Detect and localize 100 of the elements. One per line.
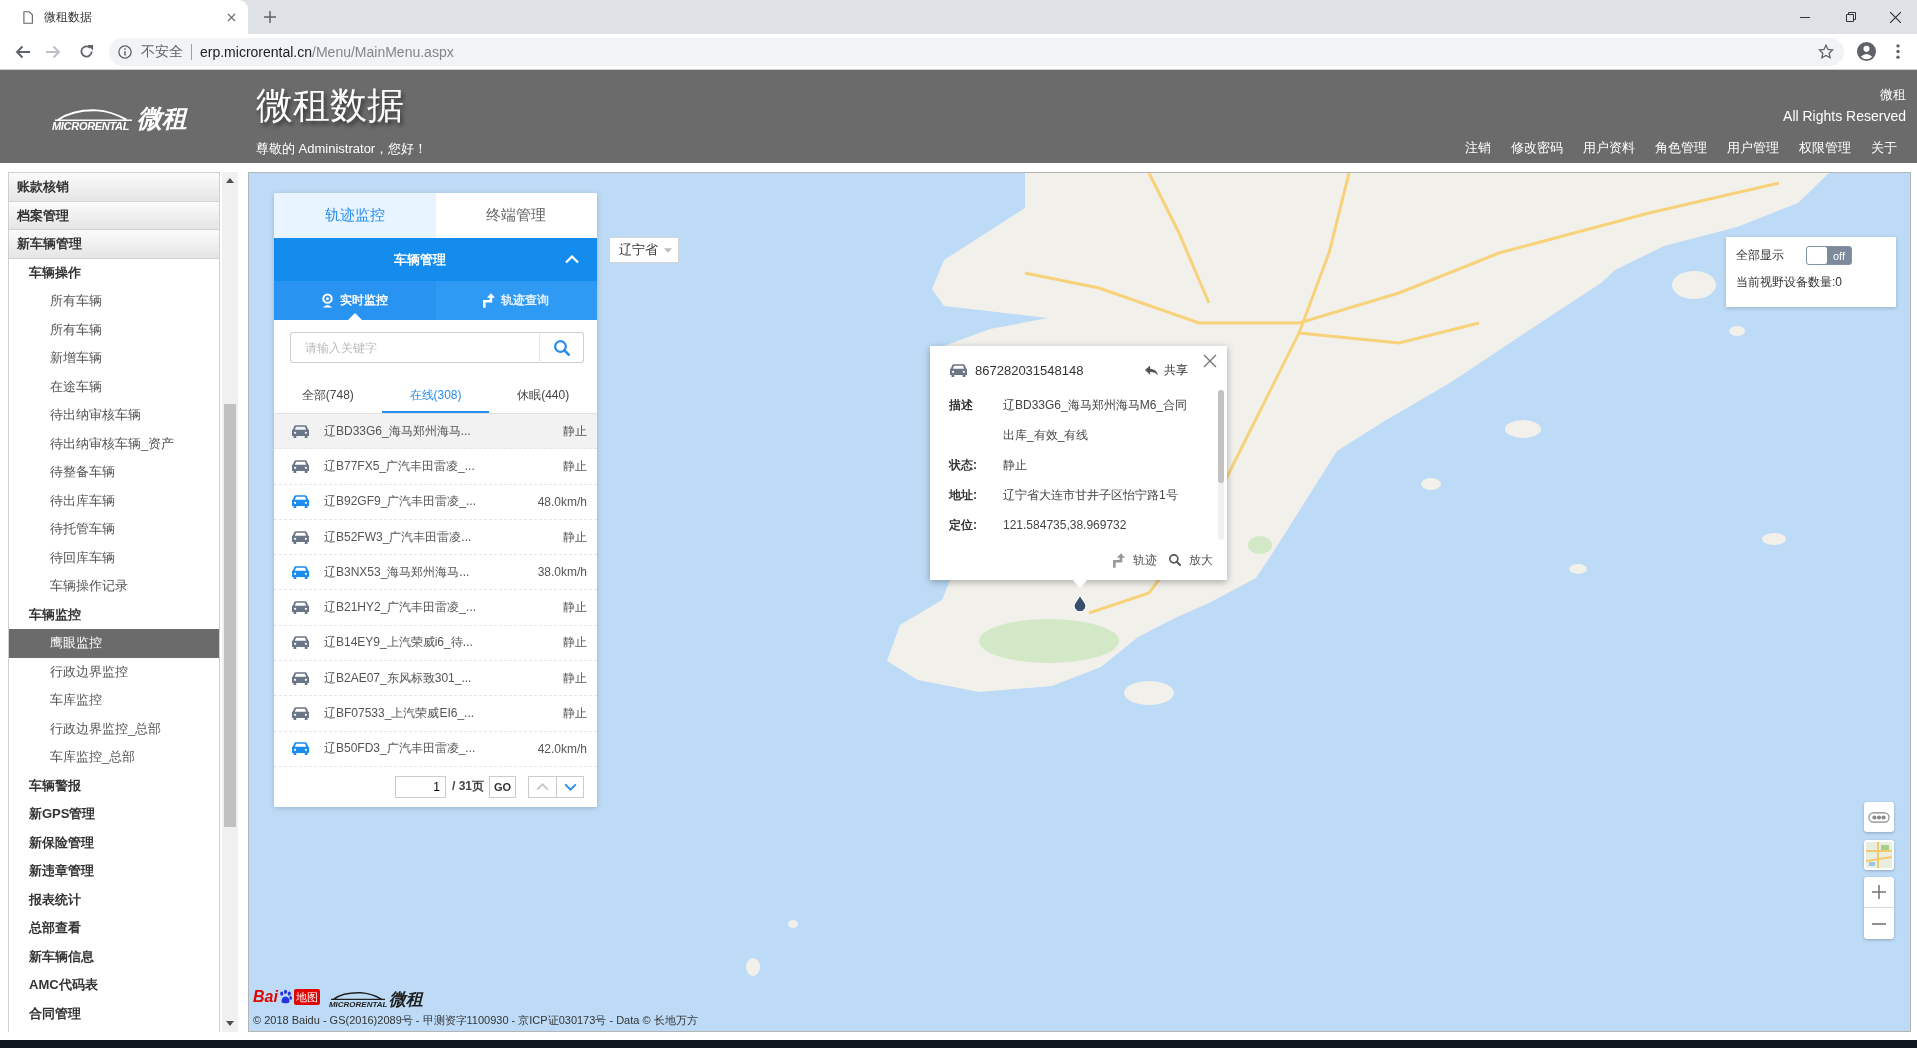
sidebar-item[interactable]: 行政边界监控_总部: [9, 714, 220, 743]
sidebar-group[interactable]: 报表统计: [9, 885, 220, 914]
vehicle-name: 辽B50FD3_广汽丰田雷凌_...: [324, 740, 476, 758]
selection-notch-icon: [347, 313, 362, 320]
sidebar-group[interactable]: 新GPS管理: [9, 800, 220, 829]
browser-tab[interactable]: 微租数据: [0, 0, 248, 34]
track-button[interactable]: 轨迹: [1113, 550, 1157, 570]
vehicle-status: 42.0km/h: [537, 741, 587, 756]
panel-tab[interactable]: 终端管理: [435, 193, 597, 238]
field-label: 地址:: [949, 487, 978, 504]
sidebar-group[interactable]: 车辆监控: [9, 600, 220, 629]
island: [1569, 564, 1587, 574]
share-button[interactable]: 共享: [1145, 361, 1188, 379]
page-input[interactable]: 1: [395, 775, 446, 798]
go-button[interactable]: GO: [489, 775, 516, 798]
star-icon[interactable]: [1818, 44, 1834, 59]
sidebar-group[interactable]: AMC代码表: [9, 971, 220, 1000]
field-value: 辽BD33G6_海马郑州海马M6_合同出库_有效_有线: [1003, 397, 1189, 444]
sidebar-group[interactable]: 新保险管理: [9, 828, 220, 857]
vehicle-list-item[interactable]: 辽B52FW3_广汽丰田雷凌... 静止: [274, 519, 597, 556]
vehicle-status: 静止: [563, 422, 587, 440]
scroll-down-arrow-icon[interactable]: [226, 1021, 235, 1026]
vehicle-name: 辽B21HY2_广汽丰田雷凌_...: [324, 599, 477, 617]
island: [788, 920, 798, 928]
sidebar-item[interactable]: 待出纳审核车辆_资产: [9, 429, 220, 458]
sidebar-item[interactable]: 所有车辆: [9, 287, 220, 316]
traffic-button[interactable]: [1864, 802, 1894, 832]
sidebar-group[interactable]: 合同管理: [9, 999, 220, 1028]
sidebar-item[interactable]: 所有车辆: [9, 315, 220, 344]
header-link[interactable]: 注销: [1465, 139, 1491, 157]
greeting-text: 尊敬的 Administrator，您好！: [256, 141, 428, 157]
sidebar-group[interactable]: 总部查看: [9, 914, 220, 943]
vehicle-list-item[interactable]: 辽B21HY2_广汽丰田雷凌_... 静止: [274, 590, 597, 626]
filter-tab[interactable]: 全部(748): [274, 380, 382, 413]
sidebar-item[interactable]: 车库监控: [9, 686, 220, 715]
sidebar-item[interactable]: 待回库车辆: [9, 543, 220, 572]
tab-title: 微租数据: [44, 8, 93, 26]
vehicle-list-item[interactable]: 辽BD33G6_海马郑州海马... 静止: [274, 414, 597, 450]
scrollbar-thumb[interactable]: [1218, 390, 1224, 483]
car-icon: [950, 363, 967, 377]
close-button[interactable]: [1203, 354, 1217, 368]
zoom-in-button[interactable]: [1864, 877, 1894, 908]
back-arrow-icon: [14, 44, 30, 59]
header-link[interactable]: 角色管理: [1655, 139, 1707, 157]
sidebar-section[interactable]: 新车辆管理: [9, 230, 220, 259]
reload-icon: [78, 44, 94, 59]
plus-icon[interactable]: [264, 11, 276, 23]
vehicle-list-item[interactable]: 辽B14EY9_上汽荣威i6_待... 静止: [274, 625, 597, 662]
close-icon[interactable]: [227, 12, 236, 22]
zoom-button[interactable]: 放大: [1169, 550, 1213, 570]
search-field[interactable]: 请输入关键字: [290, 332, 539, 363]
next-page-button[interactable]: [556, 775, 584, 798]
header-link[interactable]: 权限管理: [1799, 139, 1851, 157]
filter-tab[interactable]: 休眠(440): [489, 380, 597, 413]
sidebar-item[interactable]: 行政边界监控: [9, 657, 220, 686]
header-link[interactable]: 用户资料: [1583, 139, 1635, 157]
vehicle-list-item[interactable]: 辽B2AE07_东风标致301_... 静止: [274, 661, 597, 697]
caret-icon: [664, 247, 672, 253]
sidebar-group[interactable]: 新车辆信息: [9, 942, 220, 971]
vehicle-list-item[interactable]: 辽B3NX53_海马郑州海马... 38.0km/h: [274, 555, 597, 591]
sidebar-item[interactable]: 待出库车辆: [9, 486, 220, 515]
scrollbar-thumb[interactable]: [224, 404, 237, 827]
zoom-out-button[interactable]: [1864, 908, 1894, 939]
sidebar-section[interactable]: 档案管理: [9, 201, 220, 230]
sidebar-item[interactable]: 待出纳审核车辆: [9, 401, 220, 430]
province-select[interactable]: 辽宁省: [609, 237, 679, 263]
field-label: 定位:: [949, 517, 978, 534]
vehicle-name: 辽B2AE07_东风标致301_...: [324, 669, 472, 687]
turn-arrow-icon: [1113, 552, 1125, 568]
sidebar-item[interactable]: 车库监控_总部: [9, 743, 220, 772]
sidebar-item[interactable]: 鹰眼监控: [9, 629, 220, 658]
map-provider-logo: Bai 地图: [253, 986, 320, 1007]
vehicle-list-item[interactable]: 辽BF07533_上汽荣威EI6_... 静止: [274, 696, 597, 732]
island: [1762, 533, 1786, 545]
vehicle-list-item[interactable]: 辽B77FX5_广汽丰田雷凌_... 静止: [274, 449, 597, 485]
sidebar-item[interactable]: 待托管车辆: [9, 515, 220, 544]
sidebar-item[interactable]: 新增车辆: [9, 344, 220, 373]
header-link[interactable]: 关于: [1871, 139, 1897, 157]
sidebar-section[interactable]: 账款核销: [9, 173, 220, 202]
sidebar-item[interactable]: 在途车辆: [9, 372, 220, 401]
map-type-button[interactable]: [1864, 840, 1894, 870]
sidebar-item[interactable]: 待整备车辆: [9, 458, 220, 487]
location-marker-icon: [1073, 594, 1087, 613]
sidebar-group[interactable]: 车辆警报: [9, 771, 220, 800]
chevron-up-icon: [536, 782, 549, 791]
sidebar-group[interactable]: 车辆操作: [9, 258, 220, 287]
sidebar-item[interactable]: 车辆操作记录: [9, 572, 220, 601]
header-link[interactable]: 用户管理: [1727, 139, 1779, 157]
vehicle-list-item[interactable]: 辽B50FD3_广汽丰田雷凌_... 42.0km/h: [274, 731, 597, 767]
company-logo: MICRORENTAL 微租: [52, 105, 187, 132]
vehicle-list-item[interactable]: 辽B92GF9_广汽丰田雷凌_... 48.0km/h: [274, 484, 597, 520]
sidebar-group[interactable]: 新违章管理: [9, 857, 220, 886]
chevron-up-icon[interactable]: [565, 255, 579, 264]
section-title: 车辆管理: [392, 250, 447, 269]
search-button[interactable]: [539, 332, 584, 363]
scroll-up-arrow-icon[interactable]: [226, 178, 235, 183]
app-title: 微租数据: [256, 84, 404, 128]
address-field[interactable]: 不安全 erp.microrental.cn/Menu/MainMenu.aspx: [109, 37, 1844, 66]
show-all-toggle[interactable]: off: [1806, 246, 1852, 265]
header-link[interactable]: 修改密码: [1511, 139, 1563, 157]
